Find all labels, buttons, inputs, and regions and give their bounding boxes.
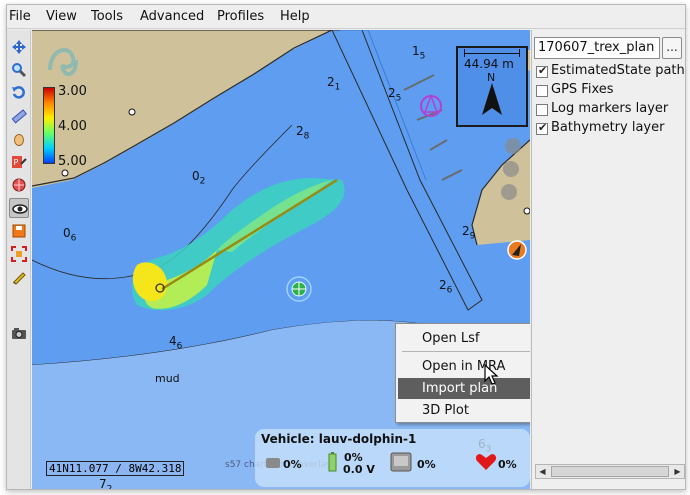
scroll-right-icon[interactable]: ▶	[671, 465, 684, 478]
cursor-icon	[484, 364, 499, 385]
bathymetry-overlay	[132, 178, 345, 311]
depth-sounding: 46	[169, 334, 183, 352]
layer-checkbox[interactable]: ✔	[536, 121, 548, 135]
depth-sounding: 29	[462, 224, 476, 242]
menu-advanced[interactable]: Advanced	[140, 9, 204, 24]
menu-file[interactable]: File	[9, 9, 31, 24]
plan-browse-button[interactable]: ...	[662, 37, 682, 59]
app-window: File View Tools Advanced Profiles Help P	[6, 4, 686, 490]
pen-icon[interactable]	[9, 267, 29, 287]
eye-icon[interactable]	[9, 198, 29, 218]
menu-open-lsf[interactable]: Open Lsf	[398, 328, 530, 349]
colorbar	[43, 87, 55, 164]
health-value: 0%	[498, 458, 517, 471]
scroll-left-icon[interactable]: ◀	[536, 465, 549, 478]
layer-checkbox[interactable]: ✔	[536, 64, 548, 78]
battery-icon	[328, 452, 337, 472]
globe-icon[interactable]	[9, 175, 29, 195]
camera-icon[interactable]	[9, 324, 29, 344]
menu-bar: File View Tools Advanced Profiles Help	[7, 5, 685, 29]
menu-3d-plot[interactable]: 3D Plot	[398, 400, 530, 421]
coordinates-readout: 41N11.077 / 8W42.318	[46, 461, 185, 476]
colorbar-label-mid: 4.00	[58, 119, 87, 134]
storage-value: 0%	[417, 458, 436, 471]
map-view[interactable]: 3.00 4.00 5.00 15 21 25 28 02 06 29 26 4…	[32, 30, 530, 490]
menu-view[interactable]: View	[46, 9, 77, 24]
menu-help[interactable]: Help	[280, 9, 310, 24]
hand-icon[interactable]	[9, 129, 29, 149]
scroll-thumb[interactable]	[551, 466, 669, 477]
layer-checkbox[interactable]	[536, 104, 548, 116]
scale-distance: 44.94 m	[464, 57, 514, 71]
depth-sounding: 28	[296, 124, 310, 142]
depth-sounding: 26	[439, 278, 453, 296]
mark-icon[interactable]: P	[9, 152, 29, 172]
tool-bar: P	[7, 30, 31, 489]
vehicle-title: Vehicle: lauv-dolphin-1	[261, 432, 417, 446]
depth-sounding: 06	[63, 226, 77, 244]
battery-voltage: 0.0 V	[343, 463, 375, 476]
menu-open-in-mra[interactable]: Open in MRA	[398, 356, 530, 377]
move-icon[interactable]	[9, 37, 29, 57]
layer-checkbox[interactable]	[536, 85, 548, 97]
plan-name-field[interactable]: 170607_trex_plan	[534, 37, 660, 59]
colorbar-label-bottom: 5.00	[58, 154, 87, 169]
scale-compass: 44.94 m N	[456, 46, 528, 127]
vehicle-panel: Vehicle: lauv-dolphin-1 0% 0% 0.0 V 0% 0…	[255, 429, 530, 487]
fuel-value: 0%	[283, 458, 302, 471]
zoom-icon[interactable]	[9, 60, 29, 80]
north-arrow-icon	[482, 83, 502, 115]
context-menu: Open Lsf Open in MRA Import plan 3D Plot	[395, 323, 530, 423]
fuel-icon	[266, 458, 280, 468]
menu-profiles[interactable]: Profiles	[217, 9, 264, 24]
depth-sounding: 72	[99, 477, 113, 490]
seabed-label: mud	[155, 372, 180, 385]
depth-sounding: 25	[388, 86, 402, 104]
fit-icon[interactable]	[9, 244, 29, 264]
save-icon[interactable]	[9, 221, 29, 241]
rotate-icon[interactable]	[9, 83, 29, 103]
colorbar-label-top: 3.00	[58, 84, 87, 99]
menu-import-plan[interactable]: Import plan	[398, 378, 530, 399]
depth-sounding: 21	[327, 75, 341, 93]
menu-separator	[402, 351, 530, 352]
layers-panel: 170607_trex_plan ... ✔ EstimatedState pa…	[531, 30, 685, 489]
depth-sounding: 02	[192, 169, 206, 187]
ruler-icon[interactable]	[9, 106, 29, 126]
heart-icon	[475, 454, 497, 470]
storage-icon	[390, 452, 412, 472]
depth-sounding: 15	[412, 44, 426, 62]
menu-tools[interactable]: Tools	[91, 9, 123, 24]
horizontal-scrollbar[interactable]: ◀ ▶	[535, 464, 685, 479]
svg-text:P: P	[14, 158, 19, 167]
